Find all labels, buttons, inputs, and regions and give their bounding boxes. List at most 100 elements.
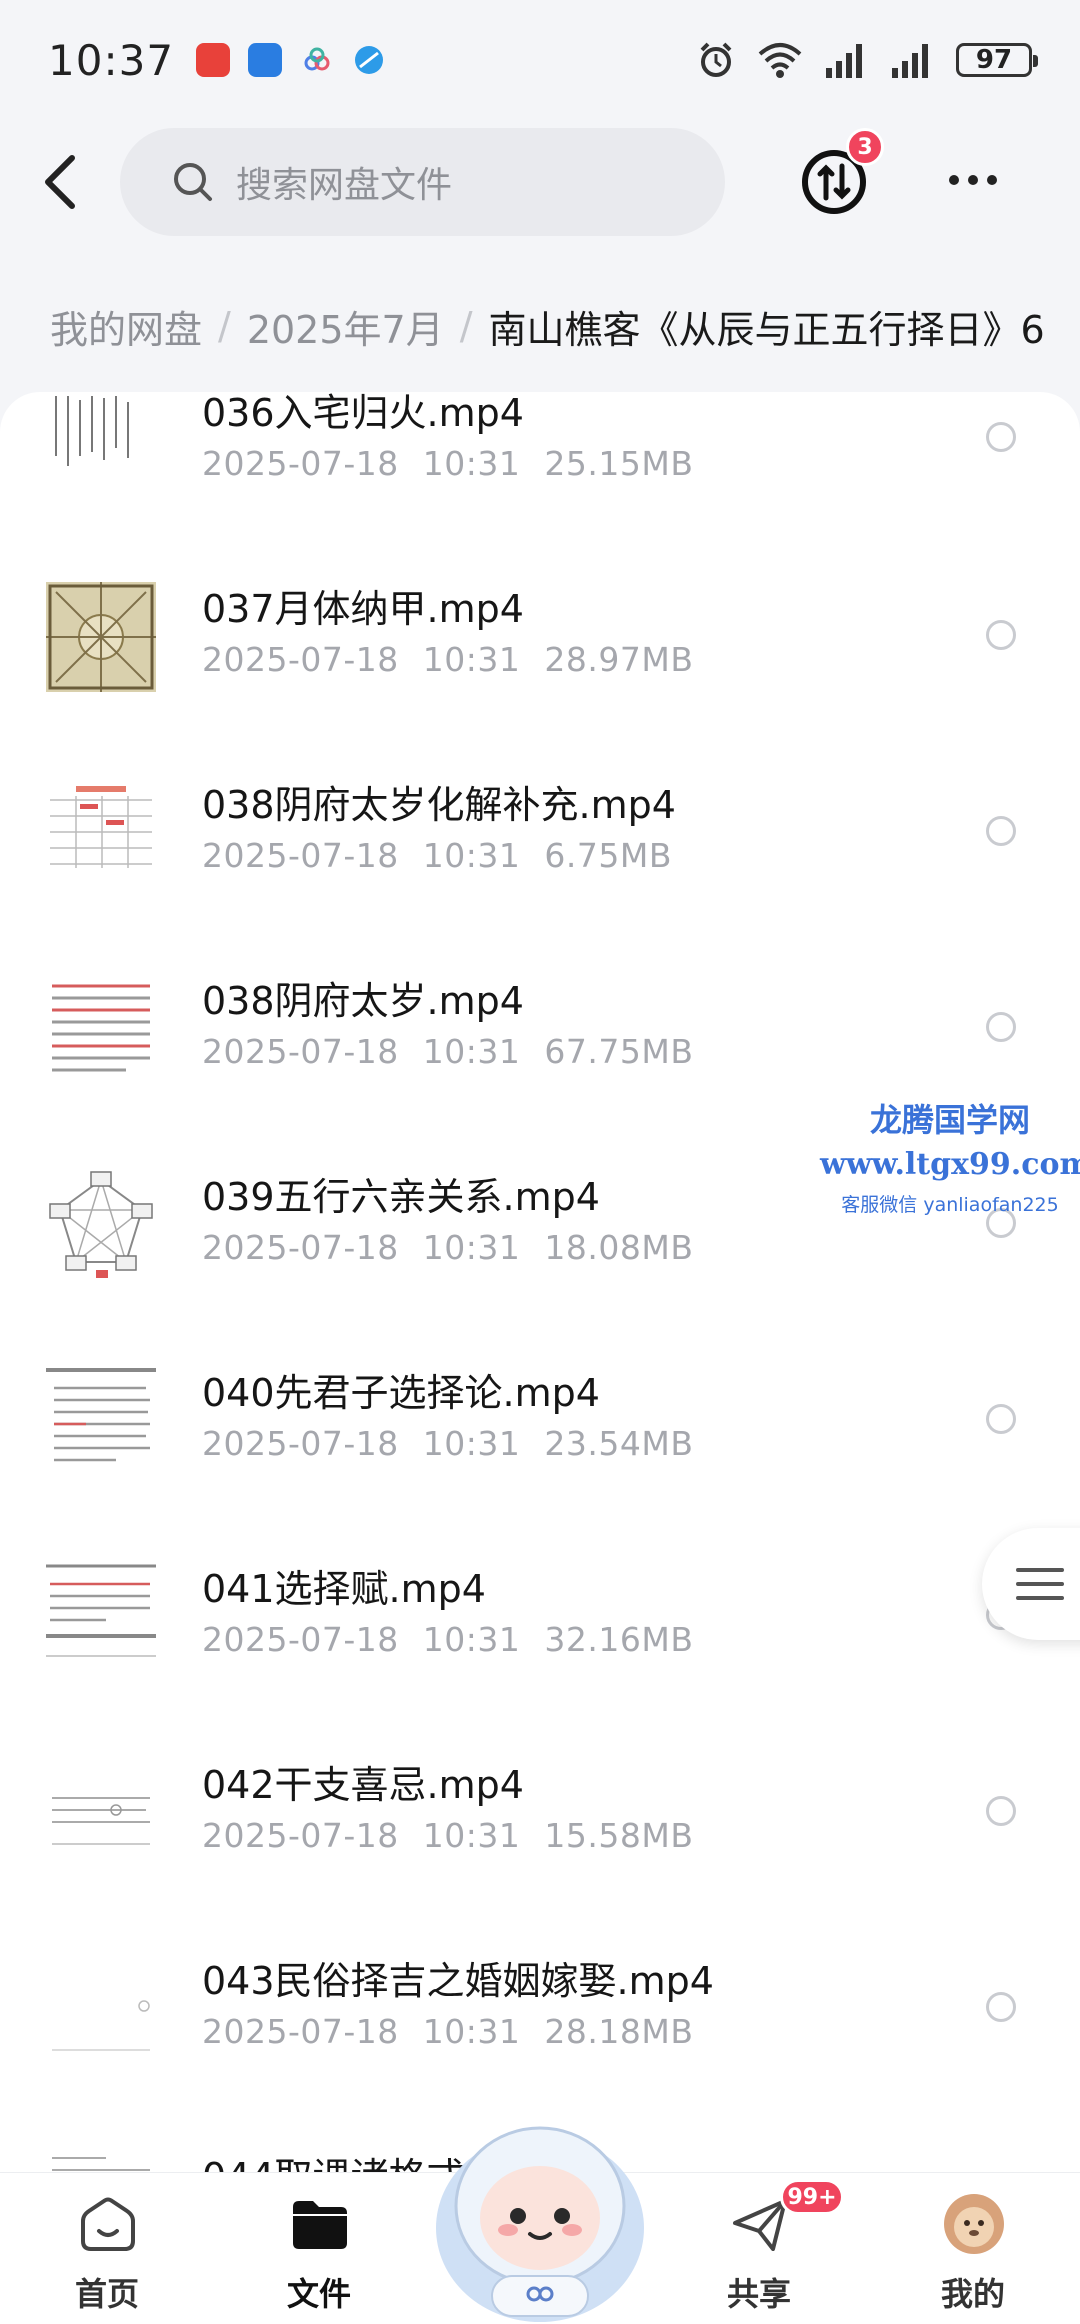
- file-size: 18.08MB: [544, 1228, 694, 1267]
- file-size: 28.18MB: [544, 2012, 694, 2051]
- nav-item-share[interactable]: 99+ 共享: [684, 2173, 844, 2324]
- select-checkbox[interactable]: [986, 1404, 1016, 1434]
- file-meta: 2025-07-18 10:31 67.75MB: [202, 1032, 693, 1071]
- file-row[interactable]: 036入宅归火.mp4 2025-07-18 10:31 25.15MB: [0, 392, 1080, 540]
- watermark-url: www.ltgx99.com: [820, 1147, 1080, 1182]
- menu-line: [1016, 1582, 1064, 1586]
- file-date: 2025-07-18: [202, 640, 399, 679]
- avatar-icon: [944, 2194, 1004, 2254]
- file-time: 10:31: [422, 1620, 521, 1659]
- breadcrumb-separator: /: [218, 304, 231, 348]
- breadcrumb-level1[interactable]: 2025年7月: [247, 299, 444, 354]
- transfer-badge: 3: [846, 128, 884, 166]
- video-thumbnail: [46, 2150, 156, 2172]
- video-thumbnail: [46, 1170, 156, 1280]
- more-dot: [968, 175, 978, 185]
- file-name: 036入宅归火.mp4: [202, 392, 524, 435]
- file-size: 32.16MB: [544, 1620, 694, 1659]
- search-icon: [174, 163, 212, 201]
- signal-icon: [892, 44, 928, 78]
- file-row[interactable]: 043民俗择吉之婚姻嫁娶.mp4 2025-07-18 10:31 28.18MB: [0, 1912, 1080, 2108]
- breadcrumb-separator: /: [459, 304, 473, 348]
- file-date: 2025-07-18: [202, 836, 399, 875]
- signal-icon: [826, 44, 862, 78]
- select-checkbox[interactable]: [986, 1796, 1016, 1826]
- file-date: 2025-07-18: [202, 1816, 399, 1855]
- video-thumbnail: [46, 1562, 156, 1672]
- nav-label: 我的: [940, 2275, 1005, 2313]
- search-placeholder: 搜索网盘文件: [236, 165, 453, 206]
- nav-label: 文件: [286, 2275, 351, 2313]
- file-name: 042干支喜忌.mp4: [202, 1763, 524, 1807]
- file-size: 25.15MB: [544, 444, 694, 483]
- select-checkbox[interactable]: [986, 1012, 1016, 1042]
- status-time: 10:37: [48, 35, 175, 85]
- file-row[interactable]: 038阴府太岁化解补充.mp4 2025-07-18 10:31 6.75MB: [0, 736, 1080, 932]
- file-time: 10:31: [422, 836, 521, 875]
- file-name: 038阴府太岁化解补充.mp4: [202, 783, 676, 827]
- wifi-icon: [758, 43, 802, 78]
- battery-level: 97: [975, 45, 1013, 75]
- battery-indicator: 97: [956, 43, 1038, 77]
- watermark-contact: 客服微信 yanliaofan225: [841, 1194, 1059, 1216]
- file-date: 2025-07-18: [202, 1032, 399, 1071]
- file-time: 10:31: [422, 1032, 521, 1071]
- top-bar: 搜索网盘文件 3: [0, 120, 1080, 244]
- video-thumbnail: [46, 974, 156, 1084]
- video-thumbnail: [46, 392, 156, 496]
- nav-item-home[interactable]: 首页: [32, 2173, 182, 2324]
- file-time: 10:31: [422, 1424, 521, 1463]
- file-list: 036入宅归火.mp4 2025-07-18 10:31 25.15MB 037月体…: [0, 392, 1080, 2172]
- file-size: 6.75MB: [544, 836, 672, 875]
- home-icon: [81, 2197, 135, 2251]
- file-meta: 2025-07-18 10:31 18.08MB: [202, 1228, 693, 1267]
- select-checkbox[interactable]: [986, 1992, 1016, 2022]
- breadcrumb-root[interactable]: 我的网盘: [50, 299, 202, 354]
- file-meta: 2025-07-18 10:31 6.75MB: [202, 836, 672, 875]
- select-checkbox[interactable]: [986, 422, 1016, 452]
- file-date: 2025-07-18: [202, 444, 399, 483]
- file-meta: 2025-07-18 10:31 28.18MB: [202, 2012, 693, 2051]
- file-date: 2025-07-18: [202, 1424, 399, 1463]
- watermark: 龙腾国学网 www.ltgx99.com 客服微信 yanliaofan225: [820, 1095, 1080, 1217]
- file-row[interactable]: 041选择赋.mp4 2025-07-18 10:31 32.16MB: [0, 1520, 1080, 1716]
- select-checkbox[interactable]: [986, 816, 1016, 846]
- select-checkbox[interactable]: [986, 620, 1016, 650]
- file-size: 28.97MB: [544, 640, 694, 679]
- breadcrumb-current: 南山樵客《从辰与正五行择日》6: [488, 307, 1045, 352]
- back-arrow-icon: [45, 155, 75, 209]
- file-size: 15.58MB: [544, 1816, 694, 1855]
- file-meta: 2025-07-18 10:31 25.15MB: [202, 444, 693, 483]
- file-date: 2025-07-18: [202, 1620, 399, 1659]
- video-thumbnail: [46, 1758, 156, 1868]
- assistant-mascot-button[interactable]: [432, 2110, 648, 2324]
- file-name: 037月体纳甲.mp4: [202, 587, 524, 631]
- file-meta: 2025-07-18 10:31 32.16MB: [202, 1620, 693, 1659]
- nav-label: 首页: [74, 2275, 139, 2313]
- file-name: 043民俗择吉之婚姻嫁娶.mp4: [202, 1959, 714, 2003]
- more-options-button[interactable]: [938, 150, 1008, 210]
- file-time: 10:31: [422, 2012, 521, 2051]
- menu-line: [1016, 1596, 1064, 1600]
- browser-icon: [355, 46, 384, 74]
- status-app-icons: [196, 43, 386, 77]
- file-name: 040先君子选择论.mp4: [202, 1371, 600, 1415]
- transfer-list-button[interactable]: 3: [800, 128, 884, 220]
- alarm-icon: [700, 42, 732, 77]
- search-input[interactable]: 搜索网盘文件: [120, 128, 725, 236]
- file-meta: 2025-07-18 10:31 23.54MB: [202, 1424, 693, 1463]
- nav-label: 共享: [726, 2275, 791, 2313]
- file-size: 23.54MB: [544, 1424, 694, 1463]
- file-name: 041选择赋.mp4: [202, 1567, 486, 1611]
- file-row[interactable]: 040先君子选择论.mp4 2025-07-18 10:31 23.54MB: [0, 1324, 1080, 1520]
- status-bar: 10:37 97: [0, 0, 1080, 120]
- file-date: 2025-07-18: [202, 2012, 399, 2051]
- nav-item-files[interactable]: 文件: [244, 2173, 394, 2324]
- file-row[interactable]: 042干支喜忌.mp4 2025-07-18 10:31 15.58MB: [0, 1716, 1080, 1912]
- file-meta: 2025-07-18 10:31 28.97MB: [202, 640, 693, 679]
- huawei-store-icon: [196, 43, 231, 77]
- file-row[interactable]: 037月体纳甲.mp4 2025-07-18 10:31 28.97MB: [0, 540, 1080, 736]
- file-date: 2025-07-18: [202, 1228, 399, 1267]
- back-button[interactable]: [0, 120, 120, 244]
- nav-item-profile[interactable]: 我的: [898, 2173, 1048, 2324]
